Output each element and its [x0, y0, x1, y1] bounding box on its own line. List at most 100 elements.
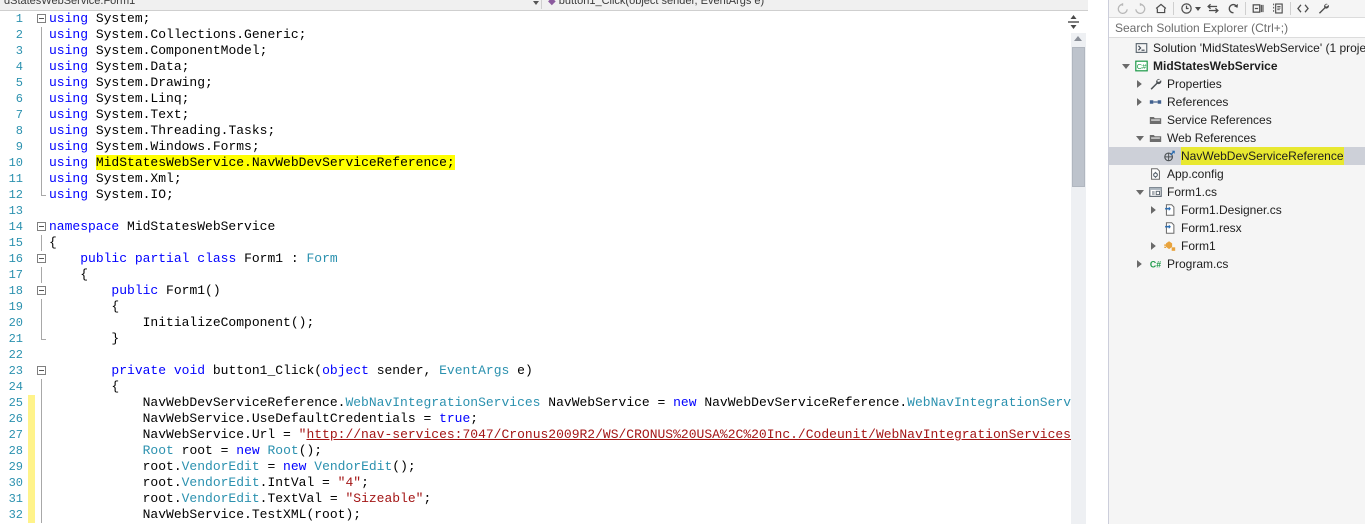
code-text[interactable]: using System.Collections.Generic;: [49, 27, 1088, 43]
code-line[interactable]: 19 {: [0, 299, 1088, 315]
properties-button[interactable]: [1313, 0, 1333, 17]
code-text[interactable]: using System.IO;: [49, 187, 1088, 203]
outlining-glyph[interactable]: [35, 475, 49, 491]
code-line[interactable]: 13: [0, 203, 1088, 219]
code-text[interactable]: NavWebService.UseDefaultCredentials = tr…: [49, 411, 1088, 427]
code-line[interactable]: 12 using System.IO;: [0, 187, 1088, 203]
code-line[interactable]: 7 using System.Text;: [0, 107, 1088, 123]
code-line[interactable]: 4 using System.Data;: [0, 59, 1088, 75]
code-line[interactable]: 29 root.VendorEdit = new VendorEdit();: [0, 459, 1088, 475]
chevron-down-icon[interactable]: [1136, 136, 1144, 141]
code-text[interactable]: private void button1_Click(object sender…: [49, 363, 1088, 379]
home-button[interactable]: [1151, 0, 1171, 17]
outlining-glyph[interactable]: [35, 187, 49, 203]
tree-expander[interactable]: [1133, 111, 1147, 129]
scroll-up-arrow-icon[interactable]: [1074, 36, 1082, 41]
collapse-region-icon[interactable]: [37, 366, 46, 375]
tree-expander[interactable]: [1133, 183, 1147, 201]
code-text[interactable]: {: [49, 235, 1088, 251]
outlining-glyph[interactable]: [35, 363, 49, 379]
outlining-glyph[interactable]: [35, 171, 49, 187]
code-text[interactable]: using System.Data;: [49, 59, 1088, 75]
outlining-glyph[interactable]: [35, 443, 49, 459]
outlining-glyph[interactable]: [35, 27, 49, 43]
tree-expander[interactable]: [1133, 93, 1147, 111]
tree-expander[interactable]: [1119, 57, 1133, 75]
tree-item-program-cs[interactable]: C# Program.cs: [1109, 255, 1365, 273]
tree-expander[interactable]: [1147, 237, 1161, 255]
outlining-glyph[interactable]: [35, 491, 49, 507]
collapse-region-icon[interactable]: [37, 222, 46, 231]
code-line[interactable]: 17 {: [0, 267, 1088, 283]
outlining-glyph[interactable]: [35, 427, 49, 443]
code-text[interactable]: InitializeComponent();: [49, 315, 1088, 331]
tree-item-form1-designer-cs[interactable]: Form1.Designer.cs: [1109, 201, 1365, 219]
chevron-down-icon[interactable]: [1136, 190, 1144, 195]
tree-item-midstateswebservice[interactable]: C# MidStatesWebService: [1109, 57, 1365, 75]
outlining-glyph[interactable]: [35, 347, 49, 363]
collapse-region-icon[interactable]: [37, 254, 46, 263]
tree-expander[interactable]: [1133, 255, 1147, 273]
chevron-down-icon[interactable]: [1122, 64, 1130, 69]
chevron-right-icon[interactable]: [1151, 242, 1156, 250]
outlining-glyph[interactable]: [35, 395, 49, 411]
search-input[interactable]: [1109, 18, 1365, 37]
code-lines-container[interactable]: 1 using System; 2 using System.Collections.…: [0, 11, 1088, 524]
code-line[interactable]: 2 using System.Collections.Generic;: [0, 27, 1088, 43]
collapse-region-icon[interactable]: [37, 14, 46, 23]
refresh-button[interactable]: [1223, 0, 1243, 17]
tree-expander[interactable]: [1147, 219, 1161, 237]
outlining-glyph[interactable]: [35, 299, 49, 315]
code-line[interactable]: 20 InitializeComponent();: [0, 315, 1088, 331]
outlining-glyph[interactable]: [35, 283, 49, 299]
solution-tree[interactable]: Solution 'MidStatesWebService' (1 projec…: [1109, 38, 1365, 273]
code-line[interactable]: 14 namespace MidStatesWebService: [0, 219, 1088, 235]
code-text[interactable]: public partial class Form1 : Form: [49, 251, 1088, 267]
tree-item-navwebdevservicereference[interactable]: NavWebDevServiceReference: [1109, 147, 1365, 165]
chevron-down-icon[interactable]: [533, 1, 539, 5]
code-line[interactable]: 8 using System.Threading.Tasks;: [0, 123, 1088, 139]
code-line[interactable]: 24 {: [0, 379, 1088, 395]
outlining-glyph[interactable]: [35, 123, 49, 139]
code-text[interactable]: }: [49, 331, 1088, 347]
code-text[interactable]: using System;: [49, 11, 1088, 27]
code-line[interactable]: 16 public partial class Form1 : Form: [0, 251, 1088, 267]
breadcrumb-document-name[interactable]: dStatesWebService.Form1: [4, 0, 135, 7]
search-solution-explorer[interactable]: [1109, 18, 1365, 38]
pending-changes-button[interactable]: [1176, 0, 1196, 17]
code-line[interactable]: 25 NavWebDevServiceReference.WebNavInteg…: [0, 395, 1088, 411]
breadcrumb-member-name[interactable]: ◆ button1_Click(object sender, EventArgs…: [548, 0, 764, 7]
code-line[interactable]: 30 root.VendorEdit.IntVal = "4";: [0, 475, 1088, 491]
code-text[interactable]: using MidStatesWebService.NavWebDevServi…: [49, 155, 1088, 171]
code-text[interactable]: public Form1(): [49, 283, 1088, 299]
collapse-region-icon[interactable]: [37, 286, 46, 295]
code-text[interactable]: NavWebService.Url = "http://nav-services…: [49, 427, 1088, 443]
chevron-right-icon[interactable]: [1151, 206, 1156, 214]
code-line[interactable]: 6 using System.Linq;: [0, 91, 1088, 107]
code-text[interactable]: {: [49, 379, 1088, 395]
code-text[interactable]: using System.Drawing;: [49, 75, 1088, 91]
code-text[interactable]: using System.Threading.Tasks;: [49, 123, 1088, 139]
tree-item-form1[interactable]: Form1: [1109, 237, 1365, 255]
chevron-down-icon[interactable]: [1195, 6, 1201, 11]
outlining-glyph[interactable]: [35, 155, 49, 171]
sync-with-active-document-button[interactable]: [1203, 0, 1223, 17]
outlining-glyph[interactable]: [35, 331, 49, 347]
code-line[interactable]: 26 NavWebService.UseDefaultCredentials =…: [0, 411, 1088, 427]
code-text[interactable]: Root root = new Root();: [49, 443, 1088, 459]
tree-expander[interactable]: [1119, 39, 1133, 57]
code-text[interactable]: using System.ComponentModel;: [49, 43, 1088, 59]
tree-expander[interactable]: [1147, 147, 1161, 165]
outlining-glyph[interactable]: [35, 203, 49, 219]
editor-vertical-scrollbar[interactable]: [1071, 33, 1086, 524]
code-text[interactable]: root.VendorEdit.TextVal = "Sizeable";: [49, 491, 1088, 507]
code-line[interactable]: 28 Root root = new Root();: [0, 443, 1088, 459]
code-text[interactable]: {: [49, 299, 1088, 315]
code-text[interactable]: {: [49, 267, 1088, 283]
code-text[interactable]: using System.Text;: [49, 107, 1088, 123]
code-editor[interactable]: 1 using System; 2 using System.Collections.…: [0, 11, 1088, 524]
code-text[interactable]: root.VendorEdit = new VendorEdit();: [49, 459, 1088, 475]
scrollbar-thumb[interactable]: [1072, 47, 1085, 187]
outlining-glyph[interactable]: [35, 379, 49, 395]
outlining-glyph[interactable]: [35, 267, 49, 283]
